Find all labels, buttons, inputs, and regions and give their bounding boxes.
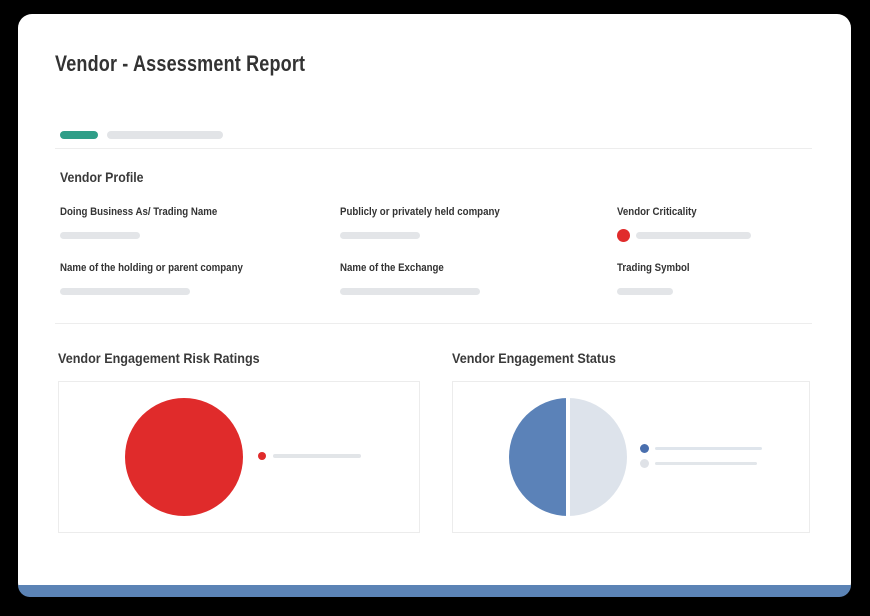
field-holding-parent-company: Name of the holding or parent company bbox=[60, 263, 300, 298]
criticality-status-dot bbox=[617, 229, 630, 242]
field-name-of-exchange: Name of the Exchange bbox=[340, 263, 580, 298]
vendor-profile-fields: Doing Business As/ Trading Name Publicly… bbox=[60, 207, 820, 317]
engagement-status-pie-chart bbox=[509, 398, 627, 516]
field-label-text: Doing Business As/ Trading Name bbox=[60, 206, 218, 218]
engagement-status-legend-item-2[interactable] bbox=[640, 459, 757, 468]
engagement-status-chart-card bbox=[452, 381, 810, 533]
section-divider-middle bbox=[55, 323, 812, 324]
field-doing-business-as: Doing Business As/ Trading Name bbox=[60, 207, 300, 242]
legend-swatch-dot bbox=[640, 459, 649, 468]
section-divider-top bbox=[55, 148, 812, 149]
field-value-skeleton bbox=[636, 232, 751, 239]
vendor-profile-heading-text: Vendor Profile bbox=[60, 169, 144, 185]
field-publicly-privately-held: Publicly or privately held company bbox=[340, 207, 580, 242]
field-label: Name of the Exchange bbox=[340, 263, 580, 274]
risk-ratings-legend-item[interactable] bbox=[258, 452, 361, 460]
field-value-skeleton bbox=[617, 288, 673, 295]
field-value-row bbox=[340, 285, 580, 298]
risk-ratings-pie-chart bbox=[125, 398, 243, 516]
field-label: Trading Symbol bbox=[617, 263, 857, 274]
report-page: Vendor - Assessment Report Vendor Profil… bbox=[18, 14, 851, 597]
field-trading-symbol: Trading Symbol bbox=[617, 263, 857, 298]
engagement-status-heading-text: Vendor Engagement Status bbox=[452, 350, 616, 366]
legend-swatch-dot bbox=[258, 452, 266, 460]
stepper-step-current[interactable] bbox=[60, 131, 98, 139]
stepper-step-upcoming[interactable] bbox=[107, 131, 223, 139]
field-value-skeleton bbox=[340, 232, 420, 239]
page-title-text: Vendor - Assessment Report bbox=[55, 51, 306, 76]
risk-ratings-chart-card bbox=[58, 381, 420, 533]
risk-ratings-heading: Vendor Engagement Risk Ratings bbox=[58, 350, 282, 366]
field-label-text: Trading Symbol bbox=[617, 262, 690, 274]
legend-label-skeleton bbox=[273, 454, 361, 458]
field-label-text: Name of the Exchange bbox=[340, 262, 444, 274]
field-value-row bbox=[617, 285, 857, 298]
field-label-text: Name of the holding or parent company bbox=[60, 262, 243, 274]
field-label: Publicly or privately held company bbox=[340, 207, 580, 218]
risk-ratings-heading-text: Vendor Engagement Risk Ratings bbox=[58, 350, 260, 366]
engagement-status-heading: Vendor Engagement Status bbox=[452, 350, 634, 366]
field-label-text: Publicly or privately held company bbox=[340, 206, 500, 218]
engagement-status-legend-item-1[interactable] bbox=[640, 444, 762, 453]
field-value-skeleton bbox=[60, 232, 140, 239]
legend-label-skeleton bbox=[655, 462, 757, 465]
legend-swatch-dot bbox=[640, 444, 649, 453]
field-label-text: Vendor Criticality bbox=[617, 206, 697, 218]
legend-label-skeleton bbox=[655, 447, 762, 450]
footer-accent-bar bbox=[18, 585, 851, 597]
field-vendor-criticality: Vendor Criticality bbox=[617, 207, 857, 242]
field-value-row bbox=[60, 229, 300, 242]
field-value-skeleton bbox=[340, 288, 480, 295]
screen-background: { "window": { "title": "Vendor - Assessm… bbox=[0, 0, 870, 616]
field-value-row bbox=[60, 285, 300, 298]
field-value-row bbox=[340, 229, 580, 242]
field-value-skeleton bbox=[60, 288, 190, 295]
field-value-row bbox=[617, 229, 857, 242]
page-title: Vendor - Assessment Report bbox=[55, 52, 360, 76]
field-label: Name of the holding or parent company bbox=[60, 263, 300, 274]
vendor-profile-heading: Vendor Profile bbox=[60, 169, 155, 185]
field-label: Vendor Criticality bbox=[617, 207, 857, 218]
field-label: Doing Business As/ Trading Name bbox=[60, 207, 300, 218]
